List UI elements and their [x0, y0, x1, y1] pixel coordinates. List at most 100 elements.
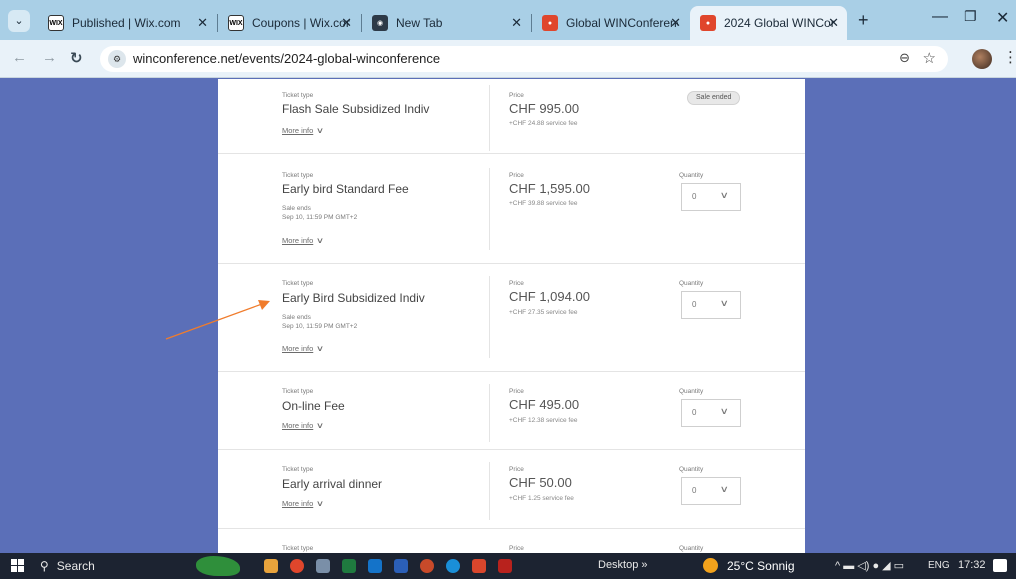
close-icon[interactable]: ✕	[670, 15, 681, 31]
bookmark-star-icon[interactable]: ☆	[923, 49, 936, 67]
ticket-price: CHF 50.00	[509, 475, 572, 490]
more-info-link[interactable]: More info ∨	[282, 236, 324, 245]
ticket-row: Ticket type On-line Fee More info ∨ Price…	[218, 372, 805, 450]
close-icon[interactable]: ✕	[197, 15, 208, 31]
service-fee: +CHF 1.25 service fee	[509, 495, 574, 502]
excel-icon[interactable]	[342, 559, 356, 573]
quantity-select[interactable]: 0 ∨	[681, 291, 741, 319]
wix-icon: WIX	[48, 15, 64, 31]
word-icon[interactable]	[394, 559, 408, 573]
chevron-down-icon: ∨	[720, 484, 730, 494]
sale-ends-date: Sep 10, 11:59 PM GMT+2	[282, 214, 358, 221]
tab-title: Coupons | Wix.com	[252, 16, 350, 30]
forward-arrow-icon[interactable]: →	[42, 49, 57, 66]
reload-icon[interactable]: ↻	[70, 49, 83, 67]
page-viewport: Ticket type Flash Sale Subsidized Indiv …	[0, 79, 1016, 553]
taskbar: ⚲ Search Desktop » 25°C Sonnig ^ ▬ ◁) ● …	[0, 553, 1016, 579]
chevron-down-icon: ∨	[720, 190, 730, 200]
ticket-name: Early bird Standard Fee	[282, 182, 409, 196]
acrobat-icon[interactable]	[498, 559, 512, 573]
new-tab-plus-icon[interactable]: +	[858, 10, 869, 31]
price-label: Price	[509, 172, 524, 179]
tab-published-wix[interactable]: WIX Published | Wix.com ✕	[38, 6, 216, 40]
file-explorer-icon[interactable]	[264, 559, 278, 573]
ticket-row: Ticket type Early Bird Subsidized Indiv …	[218, 264, 805, 372]
weather-text[interactable]: 25°C Sonnig	[727, 559, 795, 573]
quantity-label: Quantity	[679, 172, 704, 179]
tab-strip: ⌄ WIX Published | Wix.com ✕ WIX Coupons …	[0, 0, 1016, 40]
more-info-link[interactable]: More info ∨	[282, 421, 324, 430]
notification-icon[interactable]	[993, 559, 1007, 572]
quantity-label: Quantity	[679, 545, 704, 552]
ticket-name: Early arrival dinner	[282, 477, 383, 491]
quantity-select[interactable]: 0 ∨	[681, 477, 741, 505]
tab-2024-global-winconference[interactable]: ● 2024 Global WINConfere ✕	[690, 6, 847, 40]
language-indicator[interactable]: ENG	[928, 560, 950, 571]
divider	[489, 462, 490, 520]
minimize-icon[interactable]: —	[932, 8, 948, 26]
sale-ends-label: Sale ends	[282, 205, 311, 212]
app-icon[interactable]	[420, 559, 434, 573]
quantity-select[interactable]: 0 ∨	[681, 183, 741, 211]
quantity-label: Quantity	[679, 466, 704, 473]
service-fee: +CHF 24.88 service fee	[509, 120, 578, 127]
quantity-value: 0	[692, 486, 697, 495]
ticket-type-label: Ticket type	[282, 280, 314, 287]
ticket-row: Ticket type Early bird Standard Fee Sale…	[218, 154, 805, 264]
tab-search-chevron-icon[interactable]: ⌄	[8, 10, 30, 32]
tab-title: Published | Wix.com	[72, 16, 181, 30]
more-info-link[interactable]: More info ∨	[282, 126, 325, 135]
skype-icon[interactable]	[446, 559, 460, 573]
win-conference-icon: ●	[542, 15, 558, 31]
browser-menu-icon[interactable]: ⋮	[1003, 48, 1016, 66]
zoom-icon[interactable]: ⊖	[899, 50, 910, 66]
windows-start-icon[interactable]	[11, 559, 25, 573]
tab-coupons-wix[interactable]: WIX Coupons | Wix.com ✕	[218, 6, 360, 40]
quantity-value: 0	[692, 300, 697, 309]
sale-ended-badge: Sale ended	[687, 91, 741, 105]
chevron-down-icon: ∨	[316, 344, 325, 353]
more-info-link[interactable]: More info ∨	[282, 499, 324, 508]
outlook-icon[interactable]	[368, 559, 382, 573]
close-icon[interactable]: ✕	[511, 15, 522, 31]
system-tray-icons[interactable]: ^ ▬ ◁) ● ◢ ▭	[835, 559, 904, 572]
tab-global-winconference[interactable]: ● Global WINConference | ✕	[532, 6, 689, 40]
price-label: Price	[509, 92, 524, 99]
window-close-icon[interactable]: ✕	[996, 8, 1009, 28]
close-icon[interactable]: ✕	[828, 15, 839, 31]
ticket-type-label: Ticket type	[282, 545, 314, 552]
ticket-type-label: Ticket type	[282, 466, 314, 473]
chrome-icon[interactable]	[290, 559, 304, 573]
quantity-select[interactable]: 0 ∨	[681, 399, 741, 427]
back-arrow-icon[interactable]: ←	[12, 49, 27, 66]
address-bar[interactable]: ⚙ winconference.net/events/2024-global-w…	[100, 46, 948, 72]
divider	[489, 276, 490, 358]
app-icon[interactable]	[316, 559, 330, 573]
url-text[interactable]: winconference.net/events/2024-global-win…	[133, 51, 440, 66]
price-label: Price	[509, 388, 524, 395]
chevron-down-icon: ∨	[720, 406, 730, 416]
service-fee: +CHF 27.35 service fee	[509, 309, 578, 316]
chevron-down-icon: ∨	[316, 126, 325, 135]
clock[interactable]: 17:32	[958, 559, 986, 571]
chrome-icon[interactable]	[472, 559, 486, 573]
tab-new-tab[interactable]: ◉ New Tab ✕	[362, 6, 530, 40]
weather-icon[interactable]	[703, 558, 718, 573]
profile-avatar[interactable]	[972, 49, 992, 69]
tab-title: 2024 Global WINConfere	[724, 16, 834, 30]
sale-ends-label: Sale ends	[282, 314, 311, 321]
restore-icon[interactable]: ❐	[964, 8, 977, 25]
search-icon: ⚲	[40, 559, 49, 573]
ticket-name: On-line Fee	[282, 399, 345, 413]
taskbar-search[interactable]: ⚲ Search	[40, 556, 158, 576]
ticket-type-label: Ticket type	[282, 92, 314, 99]
ticket-price: CHF 495.00	[509, 397, 580, 412]
divider	[489, 384, 490, 442]
ticket-type-label: Ticket type	[282, 388, 314, 395]
desktop-toolbar[interactable]: Desktop »	[598, 559, 648, 571]
site-info-icon[interactable]: ⚙	[108, 50, 126, 68]
close-icon[interactable]: ✕	[341, 15, 352, 31]
ticket-price: CHF 1,094.00	[509, 289, 590, 304]
more-info-link[interactable]: More info ∨	[282, 344, 325, 353]
divider	[489, 168, 490, 250]
